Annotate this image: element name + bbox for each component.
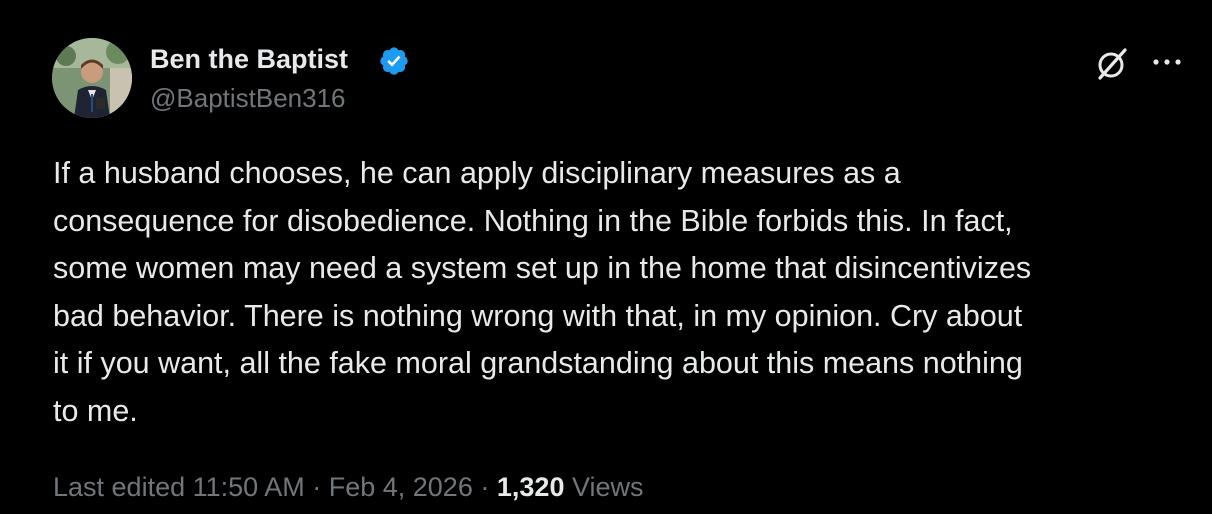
profile-photo — [52, 38, 132, 118]
verified-badge-icon — [380, 47, 408, 75]
tweet-time[interactable]: 11:50 AM — [193, 472, 305, 502]
tweet-text: If a husband chooses, he can apply disci… — [53, 156, 1032, 428]
tweet-meta: Last edited 11:50 AM · Feb 4, 2026 · 1,3… — [53, 470, 644, 504]
meta-separator: · — [480, 472, 490, 502]
avatar[interactable] — [52, 38, 132, 118]
more-dots-icon[interactable] — [1150, 56, 1184, 68]
views-label: Views — [571, 472, 644, 502]
meta-separator: · — [312, 472, 322, 502]
views-count: 1,320 — [496, 472, 565, 502]
tweet-card: Ben the Baptist @BaptistBen316 If a husb… — [0, 0, 1212, 514]
user-handle[interactable]: @BaptistBen316 — [150, 82, 346, 114]
grok-icon[interactable] — [1094, 46, 1130, 82]
tweet-date[interactable]: Feb 4, 2026 — [329, 472, 473, 502]
edited-label[interactable]: Last edited — [53, 472, 185, 502]
display-name[interactable]: Ben the Baptist — [150, 42, 348, 76]
